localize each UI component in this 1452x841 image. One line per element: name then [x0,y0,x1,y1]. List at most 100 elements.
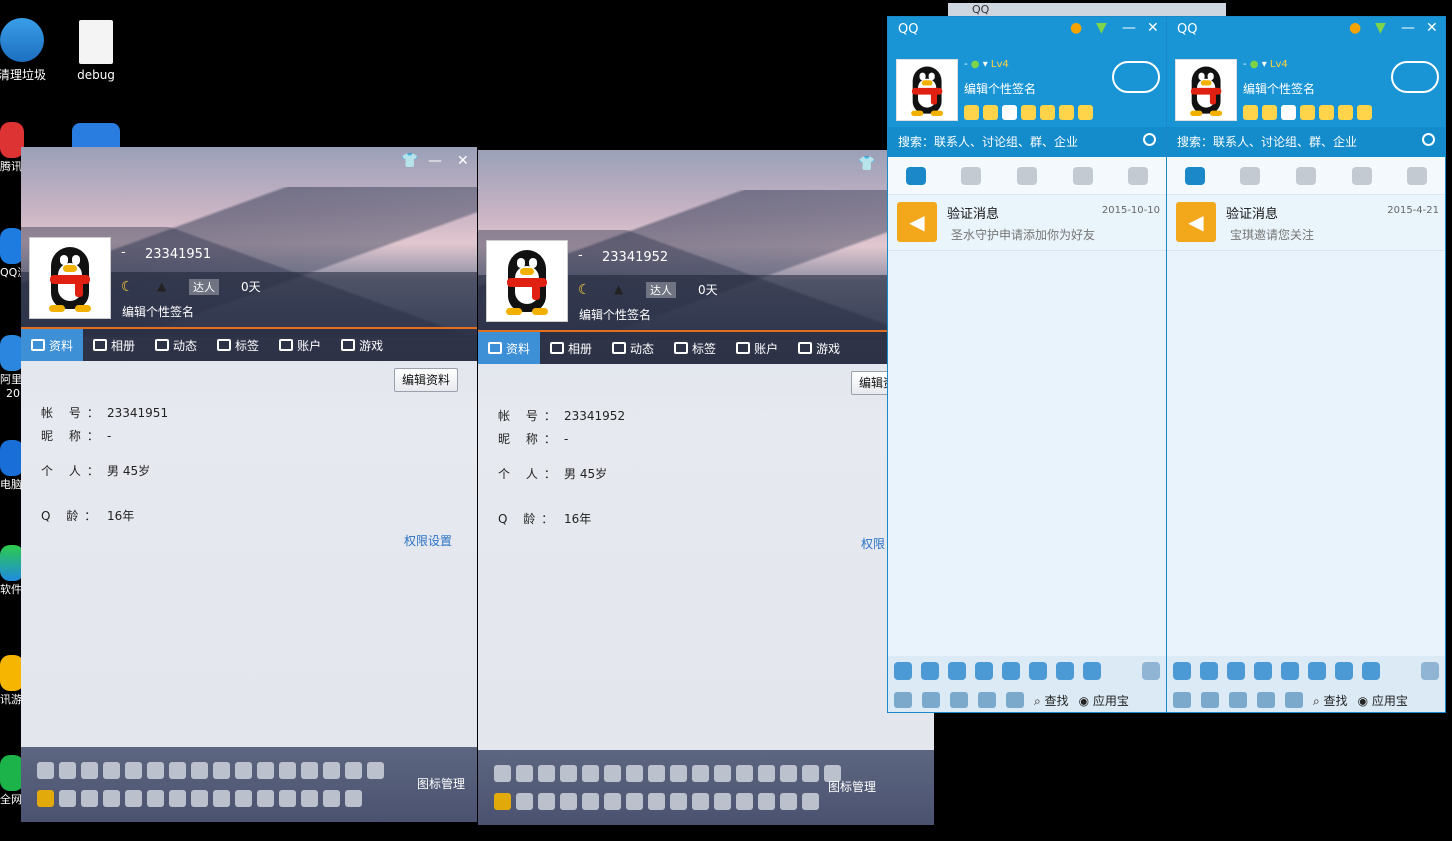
cloud-icon[interactable] [1112,61,1160,93]
desktop-icon-debug[interactable]: debug [66,20,126,82]
signature[interactable]: 编辑个性签名 [122,303,194,320]
permission-settings-link[interactable]: 权限设置 [404,532,452,549]
close-button[interactable]: ✕ [457,153,469,169]
icon-manager-button[interactable]: 图标管理 [828,778,876,795]
find-button[interactable]: ⌕ 查找 [1034,692,1069,709]
penguin-avatar-icon [899,62,957,120]
tab-tags[interactable]: 标签 [664,332,726,364]
tab-games[interactable]: 游戏 [788,332,850,364]
tab-album[interactable]: 相册 [540,332,602,364]
signature[interactable]: 编辑个性签名 [964,80,1036,97]
shield-icon[interactable]: ▼ [1375,20,1386,36]
qzone-icon[interactable] [1262,105,1277,120]
tab-account[interactable]: 账户 [269,329,331,361]
medal-icon[interactable]: ● [1070,20,1082,36]
desktop-icon-clean[interactable]: 清理垃圾 [0,18,52,83]
edit-profile-button[interactable]: 编辑资料 [394,368,459,392]
wallet-icon[interactable] [1338,105,1353,120]
robot-icon: ▲ [157,279,167,293]
minimize-button[interactable]: — [1401,20,1415,36]
gear-icon[interactable] [922,692,940,708]
profile-window[interactable]: 👕 - 23341952 ☾ ▲ 达人 0天 编辑个性签名 资料 相册 动态 标… [478,150,934,825]
folder-icon[interactable] [1257,692,1275,708]
game-icon[interactable] [1078,105,1093,120]
search-bar[interactable]: 搜索：联系人、讨论组、群、企业 [1167,127,1445,157]
tab-favorites[interactable] [1295,166,1316,185]
qzone-icon[interactable] [983,105,998,120]
close-button[interactable]: ✕ [1147,20,1159,36]
tab-account[interactable]: 账户 [726,332,788,364]
search-bar[interactable]: 搜索：联系人、讨论组、群、企业 [888,127,1166,157]
tab-favorites[interactable] [1016,166,1037,185]
appstore-button[interactable]: ◉ 应用宝 [1079,692,1129,709]
speaker-icon[interactable] [950,692,968,708]
tab-info[interactable]: 资料 [478,332,541,364]
star-icon[interactable] [964,105,979,120]
game-icon[interactable] [1357,105,1372,120]
favorites-icon[interactable] [1285,692,1303,708]
tab-devices[interactable] [1128,166,1149,185]
qq-main-panel[interactable]: QQ ● ▼ — ✕ - ● ▾ Lv4 编辑个性签名 搜索：联系人、讨论组、群… [887,16,1167,713]
tab-groups[interactable] [1351,166,1372,185]
app-icon[interactable] [1021,105,1036,120]
profile-window[interactable]: 👕 — ✕ - 23341951 ☾ ▲ 达人 0天 编辑个性签名 资料 相册 … [21,147,477,822]
avatar[interactable] [29,237,111,319]
signature[interactable]: 编辑个性签名 [1243,80,1315,97]
mail-icon[interactable] [1281,105,1296,120]
gear-icon[interactable] [1201,692,1219,708]
star-icon[interactable] [1243,105,1258,120]
appstore-button[interactable]: ◉ 应用宝 [1358,692,1408,709]
folder-icon[interactable] [978,692,996,708]
tab-groups[interactable] [1072,166,1093,185]
search-icon[interactable] [1143,133,1156,146]
shop-icon[interactable] [1040,105,1055,120]
avatar[interactable] [486,240,568,322]
skin-icon[interactable]: 👕 [401,153,418,169]
profile-tabs: 资料 相册 动态 标签 账户 游戏 [478,332,934,364]
minimize-button[interactable]: — [1122,20,1136,36]
qq-main-panel[interactable]: QQ ● ▼ — ✕ - ● ▾ Lv4 编辑个性签名 搜索：联系人、讨论组、群… [1166,16,1446,713]
minimize-button[interactable]: — [428,153,442,169]
search-icon[interactable] [1422,133,1435,146]
tab-contacts[interactable] [1240,166,1261,185]
list-item[interactable]: ◀ 验证消息 圣水守护申请添加你为好友 2015-10-10 [888,195,1166,251]
shield-icon[interactable]: ▼ [1096,20,1107,36]
tab-devices[interactable] [1407,166,1428,185]
icon-manager-button[interactable]: 图标管理 [417,775,465,792]
status-online-icon[interactable]: ● [1250,59,1259,70]
tab-album[interactable]: 相册 [83,329,145,361]
avatar[interactable] [896,59,958,121]
tab-info[interactable]: 资料 [21,329,84,361]
tab-games[interactable]: 游戏 [331,329,393,361]
menu-icon[interactable] [894,692,912,708]
level-badge[interactable]: 达人 [189,279,219,295]
speaker-icon[interactable] [1229,692,1247,708]
mail-icon[interactable] [1002,105,1017,120]
signature[interactable]: 编辑个性签名 [579,306,651,323]
level-badge[interactable]: 达人 [646,282,676,298]
tab-feed[interactable]: 动态 [602,332,664,364]
avatar[interactable] [1175,59,1237,121]
background-window[interactable]: QQ [948,3,1226,17]
permission-settings-link[interactable]: 权限 [861,535,885,552]
wallet-icon[interactable] [1059,105,1074,120]
tab-messages[interactable] [905,166,926,185]
find-button[interactable]: ⌕ 查找 [1313,692,1348,709]
close-button[interactable]: ✕ [1426,20,1438,36]
skin-icon[interactable]: 👕 [858,156,875,172]
cloud-icon[interactable] [1391,61,1439,93]
status-online-icon[interactable]: ● [971,59,980,70]
app-dock [888,656,1166,686]
tab-contacts[interactable] [961,166,982,185]
tab-feed[interactable]: 动态 [145,329,207,361]
file-icon [79,20,113,64]
medal-icon[interactable]: ● [1349,20,1361,36]
shop-icon[interactable] [1319,105,1334,120]
tab-tags[interactable]: 标签 [207,329,269,361]
favorites-icon[interactable] [1006,692,1024,708]
list-item[interactable]: ◀ 验证消息 宝琪邀请您关注 2015-4-21 [1167,195,1445,251]
menu-icon[interactable] [1173,692,1191,708]
tab-messages[interactable] [1184,166,1205,185]
app-icon[interactable] [1300,105,1315,120]
qq-number: 23341952 [602,250,669,265]
